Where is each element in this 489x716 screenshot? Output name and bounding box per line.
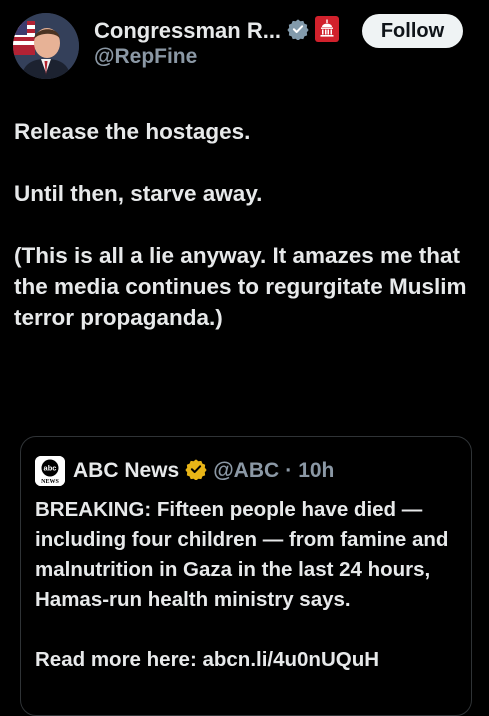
author-avatar[interactable] <box>13 13 79 79</box>
tweet-paragraph: (This is all a lie anyway. It amazes me … <box>14 243 467 330</box>
quoted-author-handle[interactable]: @ABC <box>213 459 279 483</box>
svg-text:NEWS: NEWS <box>41 479 59 485</box>
author-display-name[interactable]: Congressman R... <box>94 18 281 44</box>
quoted-tweet-link-line[interactable]: Read more here: abcn.li/4u0nUQuH <box>35 645 465 675</box>
author-handle[interactable]: @RepFine <box>94 45 197 69</box>
gray-verified-badge-icon <box>287 18 309 45</box>
abc-news-logo[interactable]: abc NEWS <box>35 456 65 486</box>
quoted-author-name[interactable]: ABC News <box>73 459 179 483</box>
paragraph-spacer <box>14 209 476 240</box>
tweet-paragraph: Release the hostages. <box>14 119 251 144</box>
author-name-row: Congressman R... <box>94 14 340 48</box>
quoted-tweet-paragraph: BREAKING: Fifteen people have died — inc… <box>35 498 449 611</box>
follow-button[interactable]: Follow <box>362 14 463 48</box>
svg-text:abc: abc <box>44 464 57 473</box>
quoted-tweet-header: abc NEWS ABC News @ABC · 10h <box>35 456 334 486</box>
paragraph-spacer <box>14 147 476 178</box>
tweet-paragraph: Until then, starve away. <box>14 181 263 206</box>
quoted-tweet-card[interactable]: abc NEWS ABC News @ABC · 10h BREAKING: F… <box>20 436 472 716</box>
abc-news-logo-icon: abc NEWS <box>35 456 65 486</box>
quoted-tweet-time[interactable]: 10h <box>298 459 334 483</box>
gold-verified-badge-icon <box>185 458 207 485</box>
tweet-text: Release the hostages. Until then, starve… <box>14 116 476 333</box>
avatar-image <box>13 13 79 79</box>
meta-separator: · <box>285 459 293 482</box>
quoted-tweet-text: BREAKING: Fifteen people have died — inc… <box>35 495 465 675</box>
us-congress-seal-icon <box>315 15 340 47</box>
